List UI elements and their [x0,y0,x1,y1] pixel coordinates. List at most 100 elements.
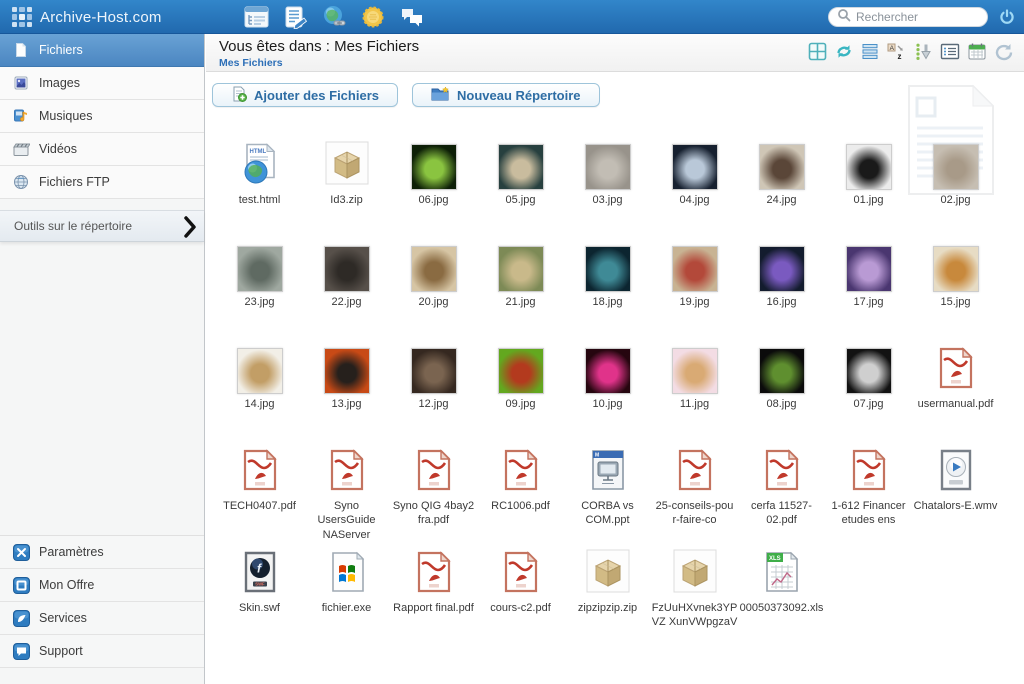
file-item[interactable]: TECH0407.pdf [216,446,303,548]
search-input[interactable] [856,10,979,24]
file-item[interactable]: 22.jpg [303,242,390,344]
brand[interactable]: Archive-Host.com [12,0,162,34]
svg-text:XLS: XLS [769,556,781,562]
file-icon-box [237,344,283,394]
file-item[interactable]: 15.jpg [912,242,999,344]
file-name: 02.jpg [941,193,971,207]
file-item[interactable]: 1-612 Financer etudes ens [825,446,912,548]
file-item[interactable]: 16.jpg [738,242,825,344]
file-item[interactable]: cerfa 11527-02.pdf [738,446,825,548]
sidebar-item-fichiers[interactable]: Fichiers [0,34,204,67]
file-item[interactable]: 12.jpg [390,344,477,446]
xls-file-icon: XLS [765,551,799,598]
file-name: Syno QIG 4bay2 fra.pdf [391,499,477,528]
file-item[interactable]: cours-c2.pdf [477,548,564,650]
view-grid-icon[interactable] [808,42,827,61]
file-name: 08.jpg [767,397,797,411]
file-item[interactable]: fichier.exe [303,548,390,650]
file-item[interactable]: 20.jpg [390,242,477,344]
sidebar-item-fichiers-ftp[interactable]: Fichiers FTP [0,166,204,199]
calendar-icon[interactable] [967,42,987,61]
file-item[interactable]: 10.jpg [564,344,651,446]
file-item[interactable]: 24.jpg [738,140,825,242]
music-icon [12,108,30,124]
zip-file-icon [673,549,717,598]
file-item[interactable]: zipzipzip.zip [564,548,651,650]
file-item[interactable]: FzUuHXvnek3YPVZ XunVWpgzaV [651,548,738,650]
image-thumbnail [498,246,544,292]
file-item[interactable]: 03.jpg [564,140,651,242]
new-folder-button[interactable]: Nouveau Répertoire [412,83,600,107]
sidebar-item-support[interactable]: Support [0,635,204,668]
sidebar-item-musiques[interactable]: Musiques [0,100,204,133]
sidebar-item-param-tres[interactable]: Paramètres [0,536,204,569]
content-header: Vous êtes dans : Mes Fichiers Mes Fichie… [206,34,1024,72]
file-name: 18.jpg [593,295,623,309]
file-item[interactable]: 11.jpg [651,344,738,446]
file-item[interactable]: MCORBA vs COM.ppt [564,446,651,548]
view-toggle-icon[interactable] [834,42,854,61]
sort-az-icon[interactable]: Az [886,42,906,61]
file-name: 24.jpg [767,193,797,207]
video-icon [12,142,30,157]
file-item[interactable]: RC1006.pdf [477,446,564,548]
file-item[interactable]: 18.jpg [564,242,651,344]
file-item[interactable]: 05.jpg [477,140,564,242]
file-icon-box [325,140,369,190]
file-item[interactable]: usermanual.pdf [912,344,999,446]
file-item[interactable]: 07.jpg [825,344,912,446]
breadcrumb[interactable]: Mes Fichiers [219,57,283,69]
offer-icon [12,577,30,594]
file-icon-box [846,242,892,292]
image-thumbnail [585,144,631,190]
sidebar-item-vid-os[interactable]: Vidéos [0,133,204,166]
explorer-icon[interactable] [243,4,269,30]
details-view-icon[interactable] [940,43,960,60]
file-item[interactable]: HTMLtest.html [216,140,303,242]
file-item[interactable]: 21.jpg [477,242,564,344]
compose-document-icon[interactable] [282,4,308,30]
file-item[interactable]: 13.jpg [303,344,390,446]
file-item[interactable]: 02.jpg [912,140,999,242]
file-item[interactable]: XLS00050373092.xls [738,548,825,650]
globe-link-icon[interactable] [321,4,347,30]
file-item[interactable]: Rapport final.pdf [390,548,477,650]
view-list-icon[interactable] [861,42,879,61]
sidebar-item-mon-offre[interactable]: Mon Offre [0,569,204,602]
image-thumbnail [759,144,805,190]
file-item[interactable]: 09.jpg [477,344,564,446]
file-item[interactable]: 19.jpg [651,242,738,344]
file-item[interactable]: Chatalors-E.wmv [912,446,999,548]
file-icon-box [846,140,892,190]
refresh-icon[interactable] [994,42,1014,61]
file-item[interactable]: 01.jpg [825,140,912,242]
file-item[interactable]: 25-conseils-pou r-faire-co [651,446,738,548]
action-buttons: Ajouter des Fichiers Nouveau Répertoire [212,83,600,107]
sort-order-icon[interactable] [913,42,933,61]
power-icon[interactable] [999,9,1015,25]
file-item[interactable]: fSWFSkin.swf [216,548,303,650]
file-item[interactable]: 08.jpg [738,344,825,446]
chat-icon[interactable] [399,4,425,30]
add-files-button[interactable]: Ajouter des Fichiers [212,83,398,107]
file-item[interactable]: 04.jpg [651,140,738,242]
file-item[interactable]: 14.jpg [216,344,303,446]
image-thumbnail [237,348,283,394]
image-thumbnail [237,246,283,292]
file-icon-box [759,140,805,190]
sidebar-item-services[interactable]: Services [0,602,204,635]
badge-icon[interactable] [360,4,386,30]
file-item[interactable]: Syno QIG 4bay2 fra.pdf [390,446,477,548]
file-item[interactable]: Id3.zip [303,140,390,242]
file-item[interactable]: 23.jpg [216,242,303,344]
sidebar-tools-toggle[interactable]: Outils sur le répertoire [0,210,204,242]
file-item[interactable]: Syno UsersGuide NAServer [303,446,390,548]
pdf-file-icon [330,449,364,496]
search-box[interactable] [828,7,988,27]
svg-text:HTML: HTML [249,149,266,155]
image-thumbnail [411,144,457,190]
sidebar-item-images[interactable]: Images [0,67,204,100]
file-name: 06.jpg [419,193,449,207]
file-item[interactable]: 06.jpg [390,140,477,242]
file-item[interactable]: 17.jpg [825,242,912,344]
